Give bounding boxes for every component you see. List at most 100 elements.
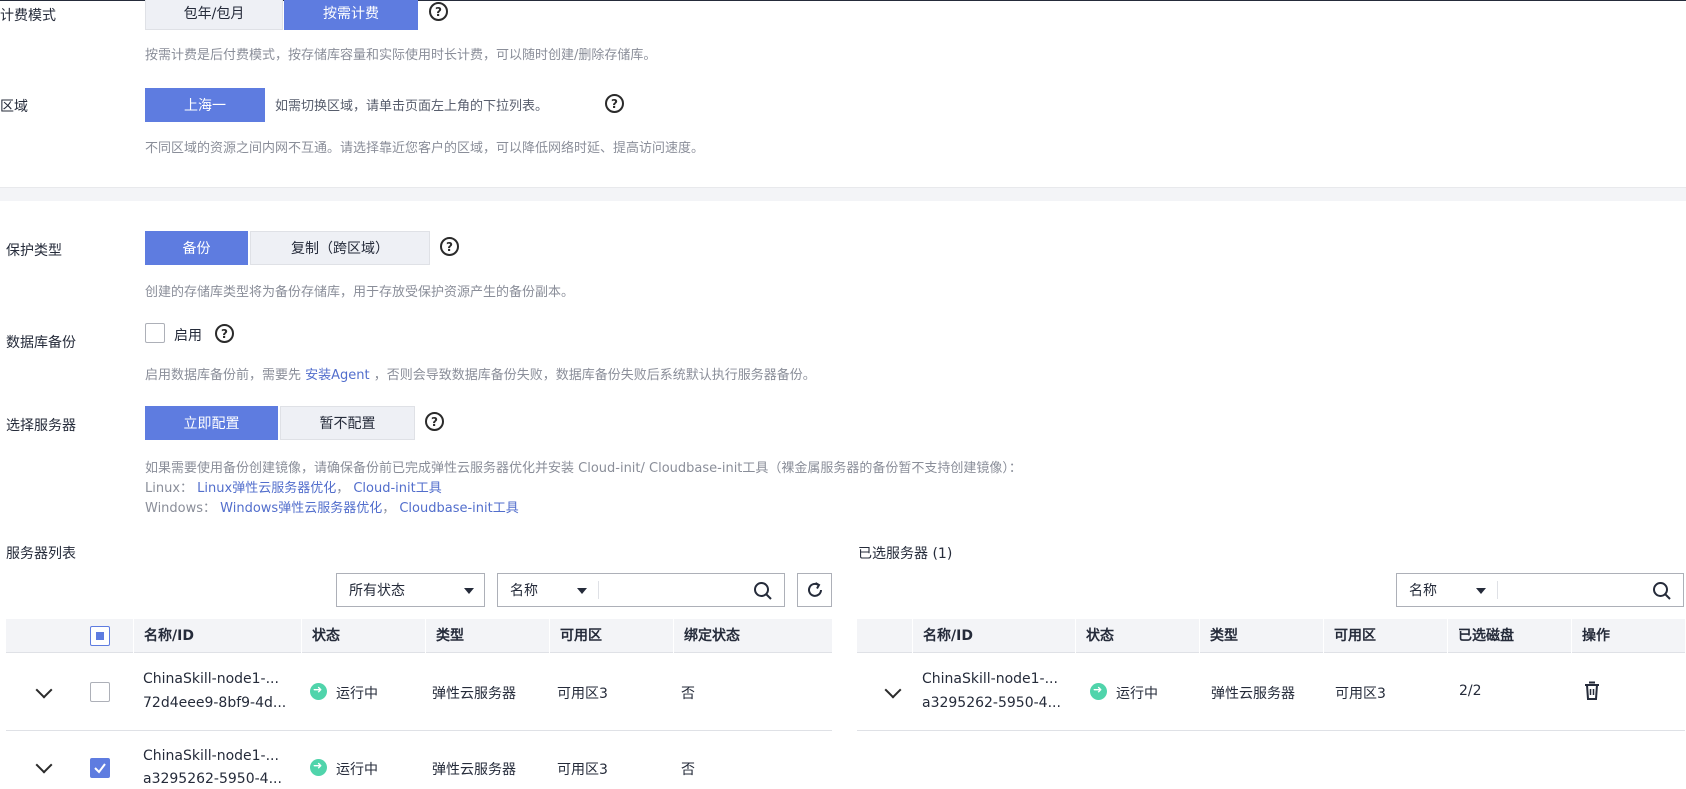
- selected-table-header: 名称/ID 状态 类型 可用区 已选磁盘 操作: [857, 619, 1685, 653]
- server-zone: 可用区3: [1335, 686, 1386, 702]
- cloud-init-link[interactable]: Cloud-init工具: [353, 481, 441, 496]
- windows-separator: ，: [382, 501, 396, 516]
- chevron-down-icon: [1476, 588, 1486, 594]
- server-id: a3295262-5950-4...: [143, 771, 282, 787]
- table-row[interactable]: ChinaSkill-node1-... 72d4eee9-8bf9-4d...…: [6, 654, 832, 731]
- server-status: 运行中: [336, 762, 378, 778]
- server-name-link[interactable]: ChinaSkill-node1-...: [143, 671, 279, 687]
- windows-prefix: Windows：: [145, 501, 217, 516]
- status-filter-value: 所有状态: [349, 583, 405, 599]
- db-backup-checkbox-label[interactable]: 启用: [174, 325, 202, 345]
- col-status[interactable]: 状态: [301, 619, 425, 653]
- install-agent-link[interactable]: 安装Agent: [305, 368, 369, 383]
- checkmark-icon: [94, 763, 106, 774]
- server-select-now[interactable]: 立即配置: [145, 406, 278, 440]
- row-checkbox[interactable]: [90, 758, 110, 778]
- server-search-field[interactable]: 名称: [510, 580, 538, 600]
- running-status-icon: [1090, 683, 1107, 700]
- col-zone[interactable]: 可用区: [549, 619, 673, 653]
- protection-option-backup[interactable]: 备份: [145, 231, 248, 265]
- col-actions: 操作: [1571, 619, 1685, 653]
- server-bound: 否: [681, 762, 695, 778]
- search-icon[interactable]: [753, 581, 773, 601]
- protection-help-icon[interactable]: ?: [440, 237, 459, 256]
- billing-option-yearly[interactable]: 包年/包月: [145, 0, 283, 30]
- db-backup-hint: 启用数据库备份前，需要先 安装Agent ，否则会导致数据库备份失败，数据库备份…: [145, 364, 816, 383]
- billing-hint: 按需计费是后付费模式，按存储库容量和实际使用时长计费，可以随时创建/删除存储库。: [145, 48, 657, 63]
- col-bound[interactable]: 绑定状态: [673, 619, 832, 653]
- expand-chevron-icon[interactable]: [35, 756, 53, 774]
- protection-option-replication[interactable]: 复制（跨区域）: [250, 231, 430, 265]
- windows-hint: Windows： Windows弹性云服务器优化， Cloudbase-init…: [145, 497, 519, 516]
- col-name[interactable]: 名称/ID: [912, 619, 1075, 653]
- billing-option-on-demand[interactable]: 按需计费: [284, 0, 418, 30]
- selected-search-box[interactable]: 名称: [1396, 573, 1684, 607]
- search-divider: [598, 581, 599, 599]
- running-status-icon: [310, 759, 327, 776]
- status-filter-select[interactable]: 所有状态: [336, 573, 485, 607]
- search-icon[interactable]: [1652, 581, 1672, 601]
- server-select-later[interactable]: 暂不配置: [280, 406, 415, 440]
- server-table-header: 名称/ID 状态 类型 可用区 绑定状态: [6, 619, 832, 653]
- billing-help-icon[interactable]: ?: [429, 2, 448, 21]
- selected-search-field[interactable]: 名称: [1409, 580, 1437, 600]
- server-status: 运行中: [1116, 686, 1158, 702]
- refresh-icon: [808, 582, 822, 597]
- selected-search-input[interactable]: [1501, 577, 1641, 603]
- expand-chevron-icon[interactable]: [884, 681, 902, 699]
- refresh-button[interactable]: [797, 573, 832, 607]
- server-select-help-icon[interactable]: ?: [425, 412, 444, 431]
- server-bound: 否: [681, 686, 695, 702]
- db-backup-hint-prefix: 启用数据库备份前，需要先: [145, 368, 302, 383]
- server-name-link[interactable]: ChinaSkill-node1-...: [922, 671, 1058, 687]
- linux-prefix: Linux：: [145, 481, 194, 496]
- server-list-title: 服务器列表: [6, 546, 76, 562]
- server-type: 弹性云服务器: [432, 762, 516, 778]
- server-id: a3295262-5950-4...: [922, 695, 1061, 711]
- billing-label: 计费模式: [0, 8, 56, 24]
- selected-servers-title: 已选服务器 (1): [858, 546, 953, 562]
- linux-separator: ，: [336, 481, 350, 496]
- region-label: 区域: [0, 99, 28, 115]
- table-row[interactable]: ChinaSkill-node1-... a3295262-5950-4... …: [6, 731, 832, 789]
- db-backup-checkbox[interactable]: [145, 323, 165, 343]
- protection-label: 保护类型: [6, 243, 62, 259]
- server-select-hint: 如果需要使用备份创建镜像，请确保备份前已完成弹性云服务器优化并安装 Cloud-…: [145, 461, 1022, 476]
- server-zone: 可用区3: [557, 686, 608, 702]
- linux-hint: Linux： Linux弹性云服务器优化， Cloud-init工具: [145, 477, 442, 496]
- server-name-link[interactable]: ChinaSkill-node1-...: [143, 748, 279, 764]
- col-type[interactable]: 类型: [1199, 619, 1323, 653]
- server-disks: 2/2: [1459, 683, 1482, 699]
- windows-optimize-link[interactable]: Windows弹性云服务器优化: [220, 501, 382, 516]
- col-zone[interactable]: 可用区: [1323, 619, 1447, 653]
- col-type[interactable]: 类型: [425, 619, 549, 653]
- linux-optimize-link[interactable]: Linux弹性云服务器优化: [197, 481, 336, 496]
- server-status: 运行中: [336, 686, 378, 702]
- chevron-down-icon: [464, 588, 474, 594]
- region-button[interactable]: 上海一: [145, 88, 265, 122]
- trash-icon[interactable]: [1583, 681, 1601, 701]
- col-name[interactable]: 名称/ID: [133, 619, 301, 653]
- col-status[interactable]: 状态: [1075, 619, 1199, 653]
- server-search-box[interactable]: 名称: [497, 573, 785, 607]
- expand-chevron-icon[interactable]: [35, 681, 53, 699]
- section-divider: [0, 187, 1686, 201]
- search-divider: [1497, 581, 1498, 599]
- region-hint: 不同区域的资源之间内网不互通。请选择靠近您客户的区域，可以降低网络时延、提高访问…: [145, 141, 705, 156]
- chevron-down-icon: [577, 588, 587, 594]
- server-type: 弹性云服务器: [1211, 686, 1295, 702]
- select-all-checkbox[interactable]: [90, 626, 110, 646]
- server-id: 72d4eee9-8bf9-4d...: [143, 695, 287, 711]
- db-backup-help-icon[interactable]: ?: [215, 324, 234, 343]
- running-status-icon: [310, 683, 327, 700]
- table-row[interactable]: ChinaSkill-node1-... a3295262-5950-4... …: [857, 654, 1685, 731]
- server-select-label: 选择服务器: [6, 418, 76, 434]
- server-type: 弹性云服务器: [432, 686, 516, 702]
- region-help-icon[interactable]: ?: [605, 94, 624, 113]
- server-search-input[interactable]: [602, 577, 742, 603]
- row-checkbox[interactable]: [90, 682, 110, 702]
- server-zone: 可用区3: [557, 762, 608, 778]
- col-disks[interactable]: 已选磁盘: [1447, 619, 1571, 653]
- cloudbase-init-link[interactable]: Cloudbase-init工具: [399, 501, 518, 516]
- protection-hint: 创建的存储库类型将为备份存储库，用于存放受保护资源产生的备份副本。: [145, 285, 575, 300]
